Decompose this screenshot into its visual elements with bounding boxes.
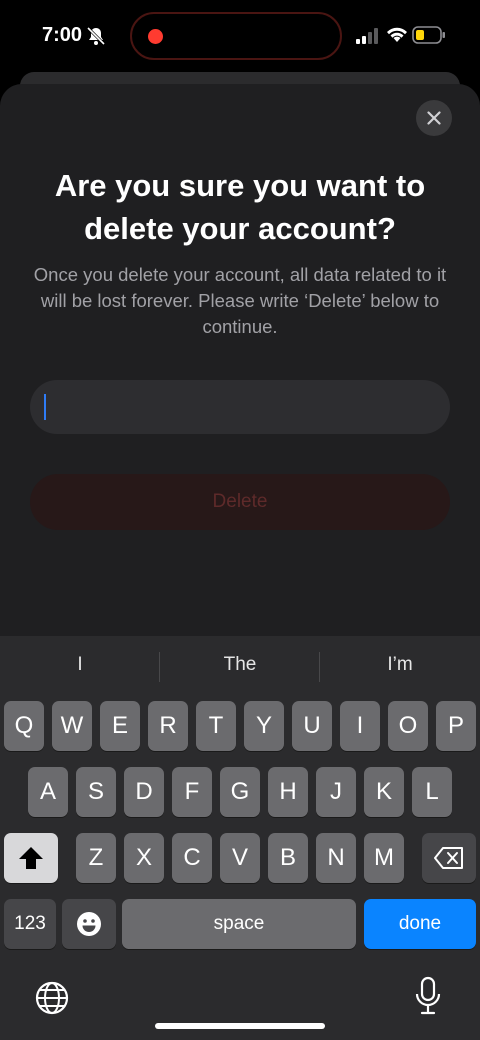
key-z[interactable]: Z — [76, 833, 116, 883]
suggestion-bar: I The I’m — [0, 636, 480, 698]
emoji-icon — [77, 912, 101, 936]
done-key[interactable]: done — [364, 899, 476, 949]
key-k[interactable]: K — [364, 767, 404, 817]
key-v[interactable]: V — [220, 833, 260, 883]
key-o[interactable]: O — [388, 701, 428, 751]
key-e[interactable]: E — [100, 701, 140, 751]
key-b[interactable]: B — [268, 833, 308, 883]
suggestion-1[interactable]: I — [0, 654, 160, 676]
home-indicator — [155, 1023, 325, 1029]
signal-icon — [356, 28, 378, 44]
backspace-icon — [434, 847, 463, 869]
key-f[interactable]: F — [172, 767, 212, 817]
key-j[interactable]: J — [316, 767, 356, 817]
key-q[interactable]: Q — [4, 701, 44, 751]
battery-icon — [412, 26, 445, 44]
key-u[interactable]: U — [292, 701, 332, 751]
status-time: 7:00 — [42, 24, 83, 46]
key-d[interactable]: D — [124, 767, 164, 817]
recording-indicator — [148, 29, 163, 44]
numbers-key[interactable]: 123 — [4, 899, 56, 949]
bell-slash-icon — [86, 26, 106, 46]
key-n[interactable]: N — [316, 833, 356, 883]
status-bar: 7:00 — [0, 0, 480, 72]
key-s[interactable]: S — [76, 767, 116, 817]
close-icon — [427, 111, 441, 125]
space-key[interactable]: space — [122, 899, 356, 949]
key-g[interactable]: G — [220, 767, 260, 817]
key-l[interactable]: L — [412, 767, 452, 817]
key-m[interactable]: M — [364, 833, 404, 883]
dialog-title: Are you sure you want to delete your acc… — [54, 168, 426, 246]
key-h[interactable]: H — [268, 767, 308, 817]
key-y[interactable]: Y — [244, 701, 284, 751]
dynamic-island — [130, 12, 342, 60]
delete-button[interactable]: Delete — [30, 474, 450, 530]
dialog-message: Once you delete your account, all data r… — [33, 264, 447, 337]
wifi-icon — [387, 27, 407, 42]
emoji-key[interactable] — [62, 899, 116, 949]
key-w[interactable]: W — [52, 701, 92, 751]
shift-key[interactable] — [4, 833, 58, 883]
key-r[interactable]: R — [148, 701, 188, 751]
key-i[interactable]: I — [340, 701, 380, 751]
key-p[interactable]: P — [436, 701, 476, 751]
suggestion-3[interactable]: I’m — [320, 654, 480, 676]
globe-icon[interactable] — [34, 980, 70, 1016]
suggestion-2[interactable]: The — [160, 654, 320, 676]
text-caret — [44, 394, 46, 420]
confirm-delete-input[interactable] — [30, 380, 450, 434]
close-button[interactable] — [416, 100, 452, 136]
shift-icon — [19, 847, 43, 869]
mic-icon[interactable] — [414, 976, 442, 1016]
key-x[interactable]: X — [124, 833, 164, 883]
key-a[interactable]: A — [28, 767, 68, 817]
key-c[interactable]: C — [172, 833, 212, 883]
key-t[interactable]: T — [196, 701, 236, 751]
backspace-key[interactable] — [422, 833, 476, 883]
